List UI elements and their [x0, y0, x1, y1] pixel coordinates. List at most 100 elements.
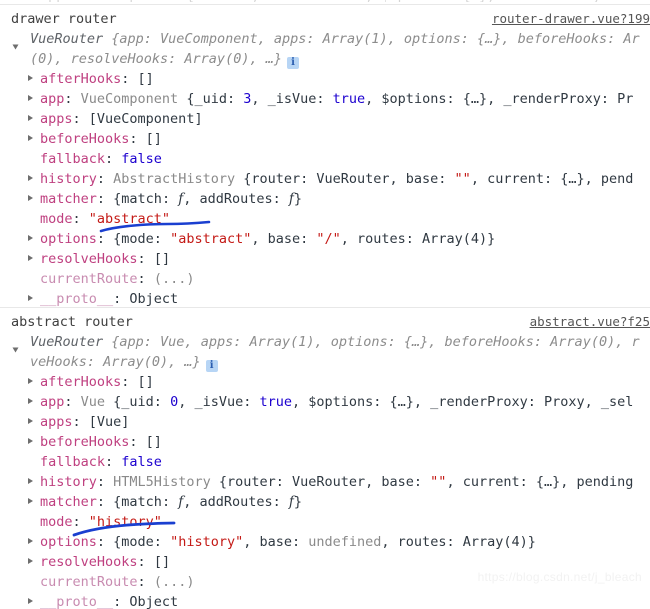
object-preview-text-1: {app: Vue, apps: Array(1), options: {…},…	[103, 334, 640, 350]
expand-triangle-icon[interactable]	[28, 235, 33, 241]
property-row-proto[interactable]: __proto__: Object	[0, 289, 650, 309]
expand-triangle-icon[interactable]	[28, 115, 33, 121]
property-row-currentRoute[interactable]: currentRoute: (...)	[0, 269, 650, 289]
property-separator: :	[72, 414, 89, 430]
expand-triangle-icon[interactable]	[28, 538, 33, 544]
property-value-token: {mode:	[113, 231, 171, 247]
property-key: beforeHooks	[40, 131, 130, 147]
property-value-token: , $options: {…}, _renderProxy: Pr	[365, 91, 634, 107]
property-separator: :	[105, 454, 122, 470]
property-value-token: {_uid:	[186, 91, 244, 107]
expand-triangle-icon[interactable]	[28, 378, 33, 384]
source-link-abstract-vue[interactable]: abstract.vue?f25	[530, 312, 650, 332]
property-row-app[interactable]: app: Vue {_uid: 0, _isVue: true, $option…	[0, 392, 650, 412]
property-value-token: false	[121, 151, 162, 167]
property-value-token: {mode:	[113, 534, 171, 550]
property-value-token: {router: VueRouter, base:	[218, 474, 431, 490]
property-row-proto[interactable]: __proto__: Object	[0, 592, 650, 609]
object-preview-text-2: (0), resolveHooks: Array(0), …}	[30, 51, 282, 67]
property-separator: :	[121, 71, 138, 87]
property-value-token: [Vue]	[88, 414, 130, 430]
property-key: history	[40, 474, 97, 490]
property-separator: :	[96, 474, 114, 490]
property-separator: :	[129, 434, 146, 450]
expand-triangle-icon[interactable]	[28, 398, 33, 404]
expand-triangle-icon[interactable]	[28, 418, 33, 424]
object-preview-abstract-router[interactable]: VueRouter {app: Vue, apps: Array(1), opt…	[0, 332, 650, 372]
property-row-history[interactable]: history: AbstractHistory {router: VueRou…	[0, 169, 650, 189]
property-value-token: }	[293, 494, 303, 510]
property-value-token: , _isVue:	[251, 91, 333, 107]
property-row-mode[interactable]: mode: "abstract"	[0, 209, 650, 229]
expand-triangle-icon[interactable]	[28, 558, 33, 564]
message-header-row: drawer router router-drawer.vue?199	[0, 7, 650, 29]
property-key: fallback	[40, 151, 106, 167]
property-row-matcher[interactable]: matcher: {match: f, addRoutes: f}	[0, 189, 650, 209]
property-value-token: , addRoutes:	[183, 191, 289, 207]
property-separator: :	[105, 151, 122, 167]
console-divider-middle	[0, 307, 650, 308]
property-row-beforeHooks[interactable]: beforeHooks: []	[0, 432, 650, 452]
property-row-fallback[interactable]: fallback: false	[0, 452, 650, 472]
message-header-row: abstract router abstract.vue?f25	[0, 310, 650, 332]
property-value-token: (...)	[153, 574, 195, 590]
property-row-matcher[interactable]: matcher: {match: f, addRoutes: f}	[0, 492, 650, 512]
info-icon[interactable]: i	[286, 57, 299, 69]
property-separator: :	[96, 191, 114, 207]
property-separator: :	[64, 91, 81, 107]
console-message-drawer-router[interactable]: drawer router router-drawer.vue?199 VueR…	[0, 7, 650, 309]
object-preview-line-2: veHooks: Array(0), …} i	[30, 352, 650, 372]
property-row-app[interactable]: app: VueComponent {_uid: 3, _isVue: true…	[0, 89, 650, 109]
property-key: __proto__	[40, 594, 114, 609]
property-key: options	[40, 534, 97, 550]
property-row-afterHooks[interactable]: afterHooks: []	[0, 372, 650, 392]
property-row-options[interactable]: options: {mode: "history", base: undefin…	[0, 532, 650, 552]
property-key: apps	[40, 414, 73, 430]
property-row-options[interactable]: options: {mode: "abstract", base: "/", r…	[0, 229, 650, 249]
expand-triangle-icon[interactable]	[28, 95, 33, 101]
property-key: __proto__	[40, 291, 114, 307]
expand-triangle-icon[interactable]	[28, 598, 33, 604]
property-row-mode[interactable]: mode: "history"	[0, 512, 650, 532]
expand-triangle-icon[interactable]	[28, 75, 33, 81]
property-key: app	[40, 394, 65, 410]
property-key: matcher	[40, 191, 97, 207]
console-divider-top	[0, 4, 650, 5]
expand-triangle-icon[interactable]	[28, 498, 33, 504]
property-row-apps[interactable]: apps: [Vue]	[0, 412, 650, 432]
devtools-console-panel[interactable]: app: VueComponent {_uid: 3, _isVue: true…	[0, 0, 650, 609]
property-row-resolveHooks[interactable]: resolveHooks: []	[0, 249, 650, 269]
property-separator: :	[137, 554, 154, 570]
property-value-token: , current: {…}, pending	[446, 474, 634, 490]
expand-triangle-icon[interactable]	[28, 175, 33, 181]
expand-triangle-icon[interactable]	[28, 438, 33, 444]
property-separator: :	[137, 251, 154, 267]
expand-triangle-icon[interactable]	[28, 255, 33, 261]
property-key: history	[40, 171, 97, 187]
expand-triangle-icon[interactable]	[12, 44, 19, 50]
property-value-token: AbstractHistory	[113, 171, 244, 187]
property-value-token: []	[137, 71, 154, 87]
property-row-history[interactable]: history: HTML5History {router: VueRouter…	[0, 472, 650, 492]
property-separator: :	[72, 211, 89, 227]
property-value-token: [VueComponent]	[88, 111, 203, 127]
property-separator: :	[72, 111, 89, 127]
expand-triangle-icon[interactable]	[12, 347, 19, 353]
expand-triangle-icon[interactable]	[28, 195, 33, 201]
expand-triangle-icon[interactable]	[28, 295, 33, 301]
expand-triangle-icon[interactable]	[28, 135, 33, 141]
property-row-afterHooks[interactable]: afterHooks: []	[0, 69, 650, 89]
property-value-token: , routes: Array(4)}	[381, 534, 536, 550]
property-value-token: 0	[170, 394, 179, 410]
property-separator: :	[121, 374, 138, 390]
console-message-abstract-router[interactable]: abstract router abstract.vue?f25 VueRout…	[0, 310, 650, 609]
object-preview-drawer-router[interactable]: VueRouter {app: VueComponent, apps: Arra…	[0, 29, 650, 69]
property-row-apps[interactable]: apps: [VueComponent]	[0, 109, 650, 129]
info-icon[interactable]: i	[205, 360, 218, 372]
property-value-token: "history"	[88, 514, 162, 530]
source-link-router-drawer[interactable]: router-drawer.vue?199	[492, 9, 650, 29]
property-row-beforeHooks[interactable]: beforeHooks: []	[0, 129, 650, 149]
property-value-token: []	[145, 434, 162, 450]
expand-triangle-icon[interactable]	[28, 478, 33, 484]
property-row-fallback[interactable]: fallback: false	[0, 149, 650, 169]
